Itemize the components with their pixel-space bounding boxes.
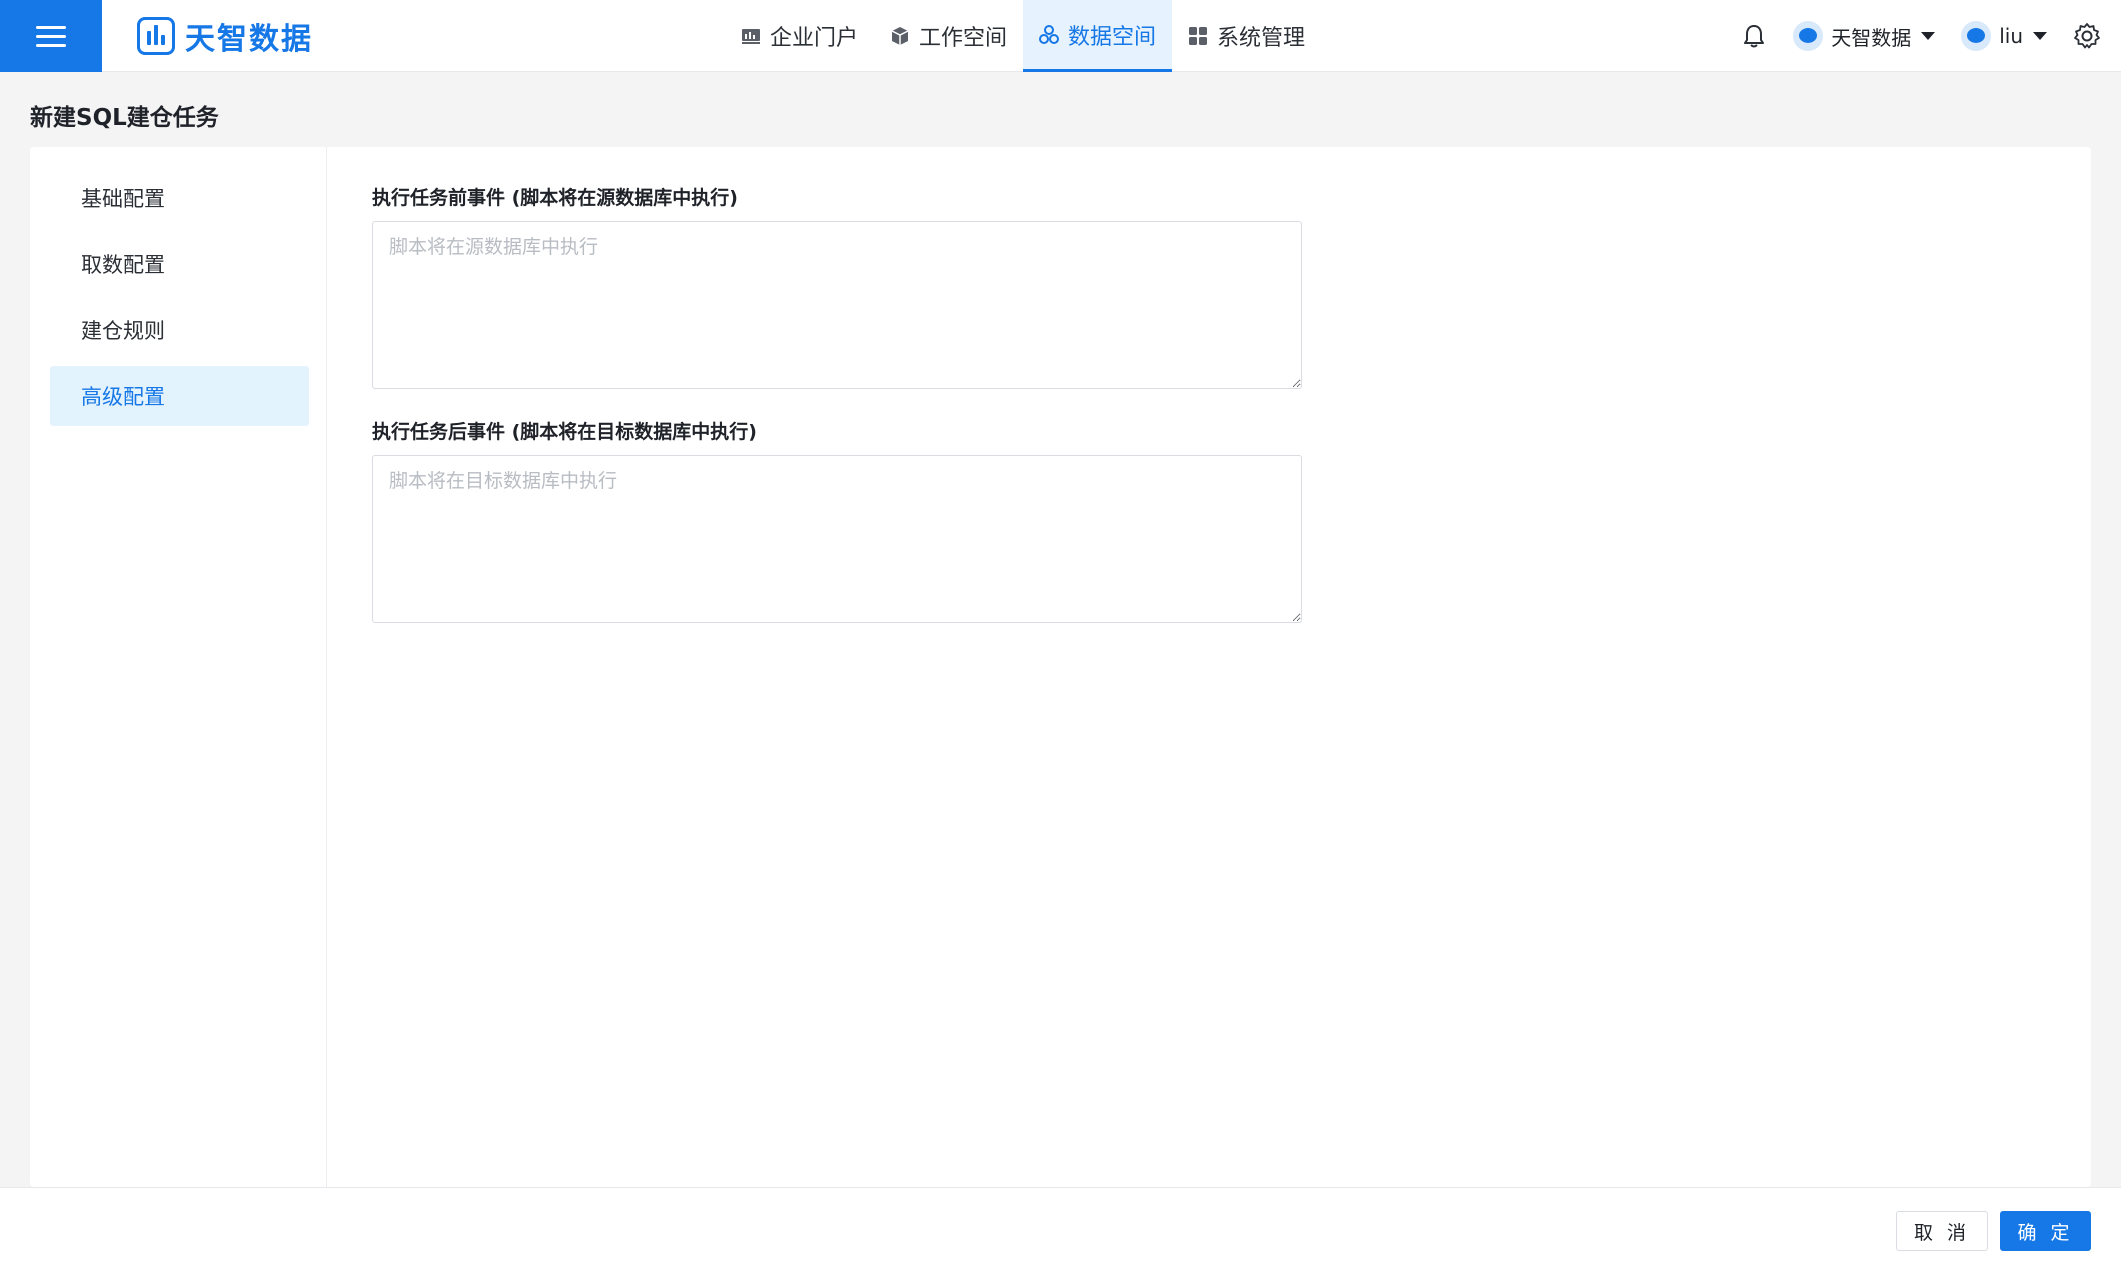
bell-icon[interactable] bbox=[1741, 23, 1767, 49]
user-menu[interactable]: liu bbox=[1961, 21, 2047, 51]
org-avatar-icon bbox=[1793, 21, 1824, 51]
hamburger-icon bbox=[36, 24, 66, 48]
header-actions: 天智数据 liu bbox=[1741, 0, 2101, 72]
confirm-button[interactable]: 确 定 bbox=[2000, 1211, 2091, 1251]
main-nav: 企业门户 工作空间 数据空间 系统管理 bbox=[725, 0, 1321, 72]
menu-toggle-button[interactable] bbox=[0, 0, 102, 72]
cluster-icon bbox=[1039, 24, 1060, 44]
logo-text: 天智数据 bbox=[185, 22, 313, 57]
page-title: 新建SQL建仓任务 bbox=[30, 105, 219, 131]
top-header: 天智数据 企业门户 工作空间 数据空间 系统管理 天智数据 liu bbox=[0, 0, 2121, 72]
post-event-textarea[interactable] bbox=[372, 455, 1302, 623]
nav-tab-label: 工作空间 bbox=[919, 26, 1008, 51]
nav-tab-label: 数据空间 bbox=[1068, 24, 1157, 50]
chevron-down-icon bbox=[1921, 32, 1936, 40]
nav-tab-workspace[interactable]: 工作空间 bbox=[874, 0, 1023, 72]
chevron-down-icon bbox=[2033, 32, 2047, 40]
cube-icon bbox=[891, 27, 909, 45]
user-label: liu bbox=[1999, 24, 2023, 48]
nav-tab-portal[interactable]: 企业门户 bbox=[725, 0, 874, 72]
logo-icon bbox=[137, 17, 175, 55]
action-footer: 取 消 确 定 bbox=[0, 1187, 2121, 1272]
nav-tab-system[interactable]: 系统管理 bbox=[1172, 0, 1321, 72]
cancel-button[interactable]: 取 消 bbox=[1896, 1211, 1988, 1251]
user-avatar-icon bbox=[1961, 21, 1992, 51]
org-switcher[interactable]: 天智数据 bbox=[1793, 21, 1936, 51]
sidebar-item-basic[interactable]: 基础配置 bbox=[50, 168, 309, 228]
chart-icon bbox=[742, 29, 760, 44]
pre-event-label: 执行任务前事件 (脚本将在源数据库中执行) bbox=[372, 187, 738, 209]
sidebar-item-advanced[interactable]: 高级配置 bbox=[50, 366, 309, 426]
nav-tab-label: 系统管理 bbox=[1217, 26, 1306, 51]
content-card: 基础配置 取数配置 建仓规则 高级配置 执行任务前事件 (脚本将在源数据库中执行… bbox=[30, 147, 2091, 1187]
post-event-label: 执行任务后事件 (脚本将在目标数据库中执行) bbox=[372, 421, 757, 443]
grid-icon bbox=[1189, 27, 1208, 45]
app-logo[interactable]: 天智数据 bbox=[137, 15, 313, 57]
gear-icon[interactable] bbox=[2073, 22, 2101, 50]
sidebar-item-rules[interactable]: 建仓规则 bbox=[50, 300, 309, 360]
org-label: 天智数据 bbox=[1831, 25, 1912, 50]
config-sidebar: 基础配置 取数配置 建仓规则 高级配置 bbox=[30, 147, 327, 1187]
nav-tab-dataspace[interactable]: 数据空间 bbox=[1023, 0, 1173, 72]
pre-event-textarea[interactable] bbox=[372, 221, 1302, 389]
sidebar-item-fetch[interactable]: 取数配置 bbox=[50, 234, 309, 294]
nav-tab-label: 企业门户 bbox=[770, 26, 859, 51]
